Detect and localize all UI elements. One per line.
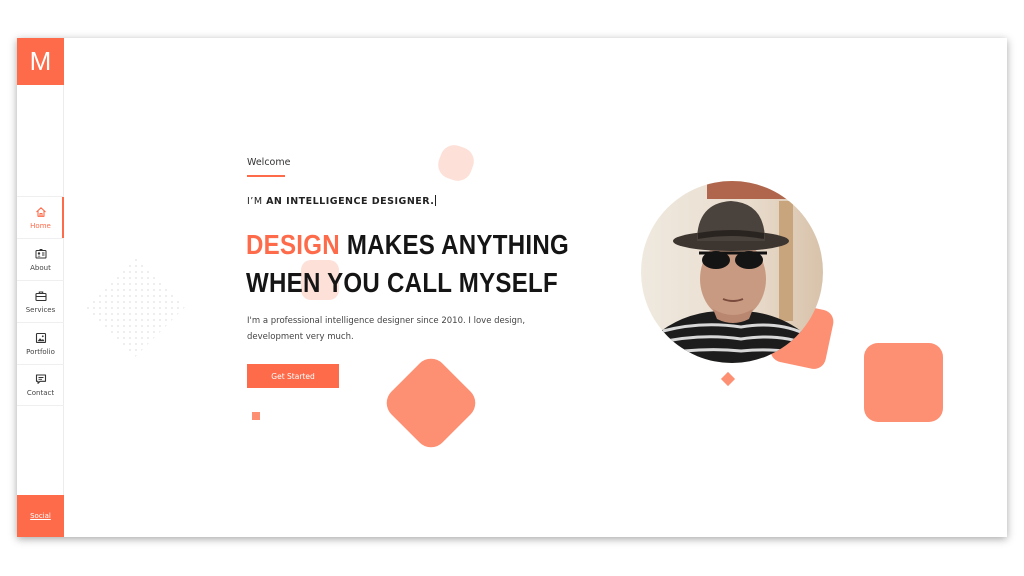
image-icon [35,332,46,343]
page-frame: M Home About Services Portfolio Contact … [17,38,1007,537]
profile-photo [641,181,823,363]
social-label[interactable]: Social [30,512,51,520]
shape-large-diamond [380,352,482,454]
headline-accent: DESIGN [246,229,340,260]
shape-right-square [864,343,943,422]
sidebar-item-home[interactable]: Home [17,196,64,238]
sidebar-nav: Home About Services Portfolio Contact [17,196,64,406]
shape-tiny-diamond [720,371,736,387]
hero-headline: DESIGN MAKES ANYTHING WHEN YOU CALL MYSE… [246,226,569,302]
sidebar-item-label: Portfolio [26,347,55,356]
social-button[interactable]: Social [17,495,64,537]
home-icon [35,206,46,217]
sidebar-item-contact[interactable]: Contact [17,364,64,406]
logo[interactable]: M [17,38,64,85]
headline-rest: MAKES ANYTHING [346,229,569,260]
sidebar-item-label: Contact [26,389,55,397]
chat-icon [35,374,46,384]
dot-pattern [85,257,185,361]
intro-prefix: I’M [247,196,263,207]
get-started-button[interactable]: Get Started [247,364,339,388]
sidebar-item-about[interactable]: About [17,238,64,280]
shape-top-blob [434,141,478,185]
shape-small-square [252,412,260,420]
sidebar-item-services[interactable]: Services [17,280,64,322]
welcome-label: Welcome [247,157,291,168]
id-card-icon [35,248,46,258]
hero-description: I'm a professional intelligence designer… [247,316,526,342]
sidebar-item-label: Services [25,305,56,314]
headline-line-1: DESIGN MAKES ANYTHING [246,226,569,264]
headline-line-2: WHEN YOU CALL MYSELF [246,267,558,298]
briefcase-icon [34,290,47,301]
sidebar-item-label: About [30,263,51,272]
sidebar: M Home About Services Portfolio Contact … [17,38,64,537]
typing-cursor [435,195,437,206]
sidebar-item-label: Home [30,221,51,230]
intro-role: AN INTELLIGENCE DESIGNER. [266,196,435,207]
sidebar-item-portfolio[interactable]: Portfolio [17,322,64,364]
intro-line: I’M AN INTELLIGENCE DESIGNER. [247,195,437,207]
welcome-underline [247,175,285,177]
